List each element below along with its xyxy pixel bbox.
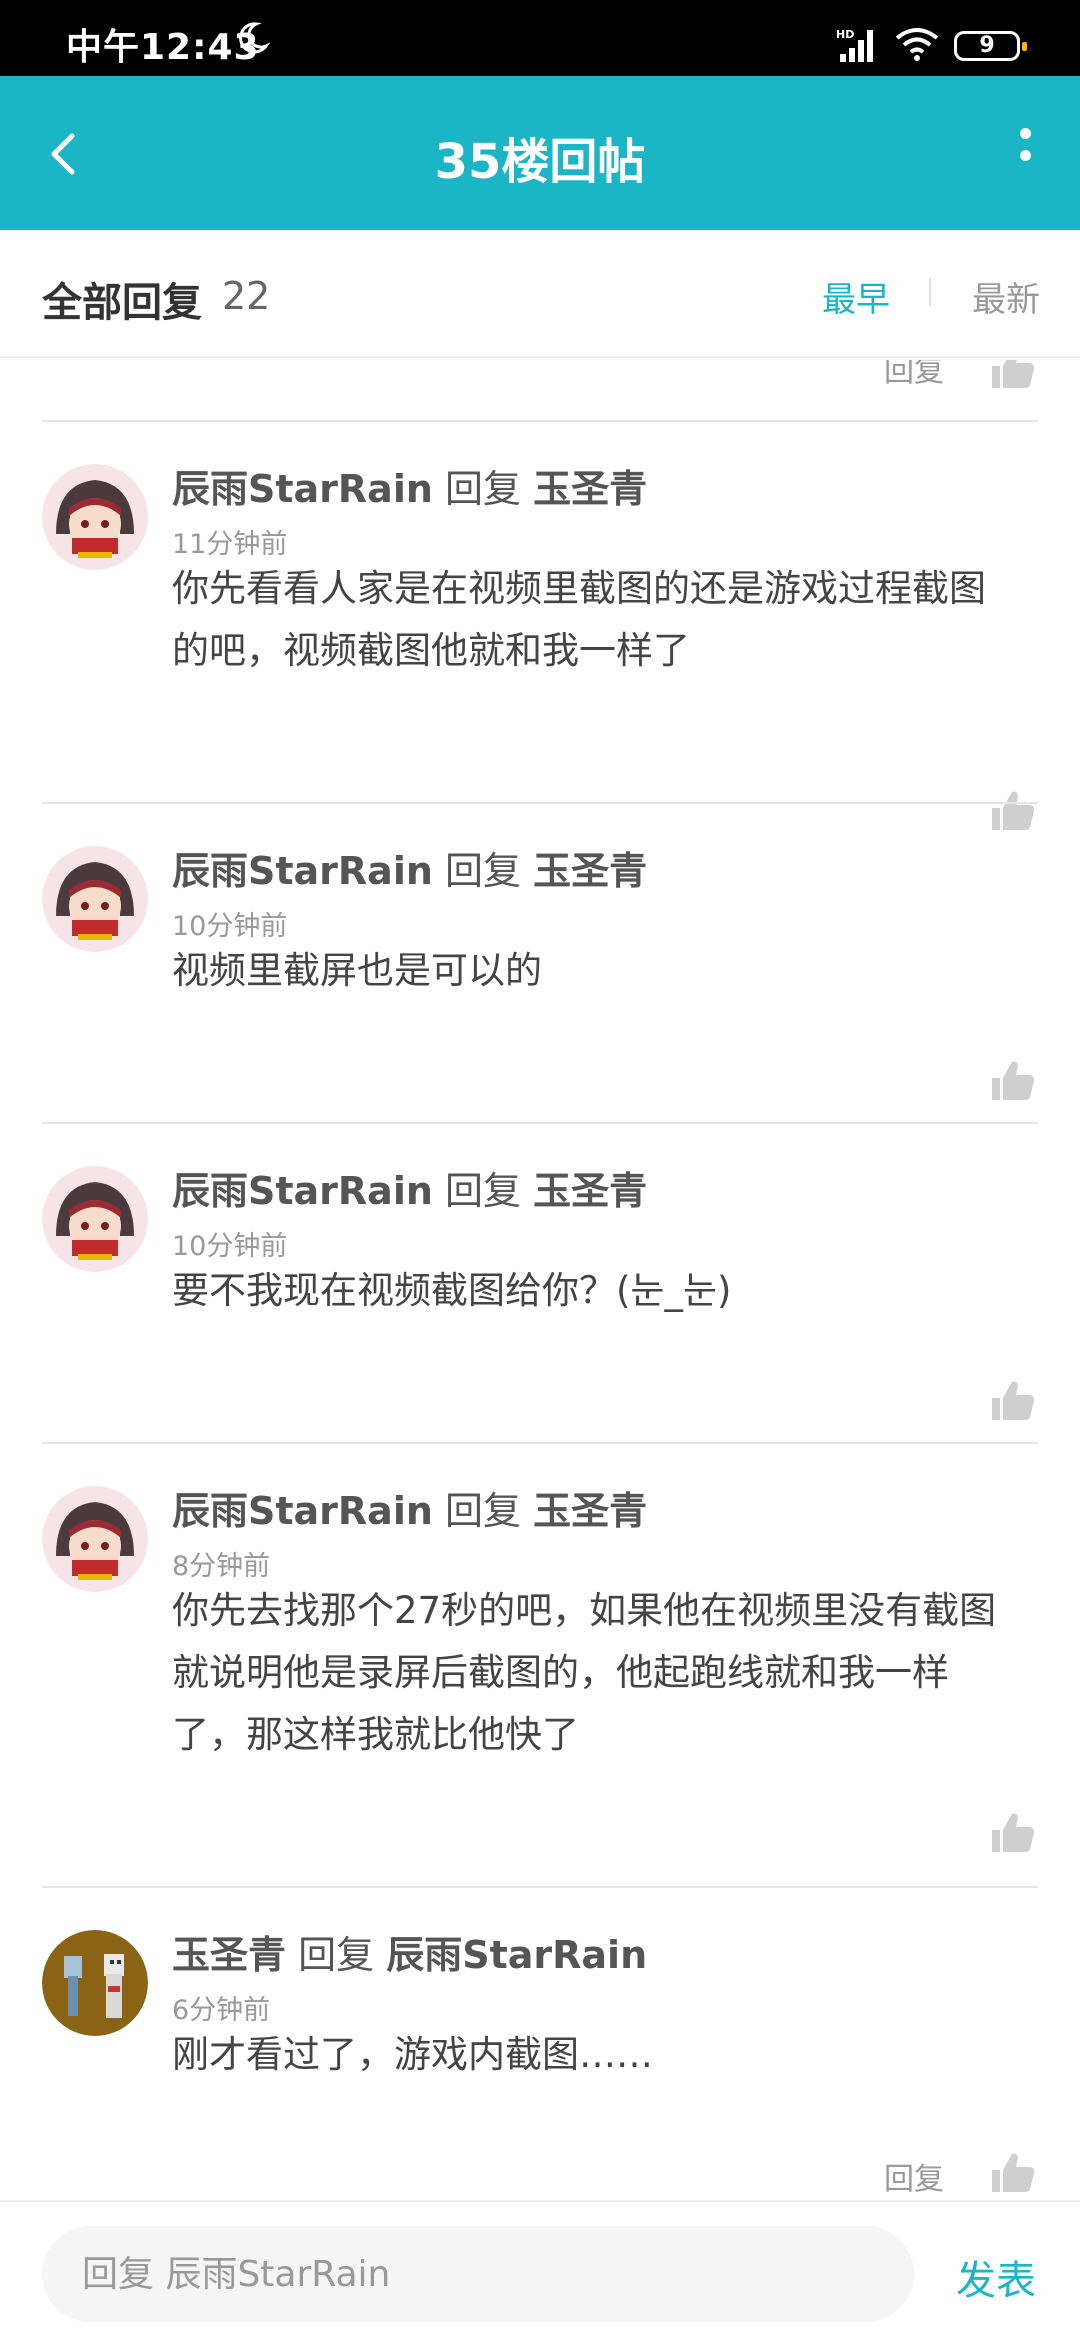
reply-word: 回复 <box>445 849 522 893</box>
user-avatar[interactable] <box>42 846 148 952</box>
comment-text: 你先去找那个27秒的吧，如果他在视频里没有截图 就说明他是录屏后截图的，他起跑线… <box>172 1580 1042 1766</box>
comment-header: 辰雨StarRain 回复 玉圣青 <box>172 458 647 513</box>
like-icon[interactable] <box>990 1810 1036 1854</box>
divider <box>42 1442 1038 1444</box>
status-bar: 中午12:43 HD 9 <box>0 0 1080 76</box>
wifi-icon <box>895 28 939 61</box>
reply-word: 回复 <box>445 467 522 511</box>
comment-header: 辰雨StarRain 回复 玉圣青 <box>172 1480 647 1535</box>
svg-text:HD: HD <box>836 28 854 41</box>
comment-time: 8分钟前 <box>172 1551 271 1582</box>
comment-text: 视频里截屏也是可以的 <box>172 940 1042 1002</box>
battery-indicator: 9 <box>954 31 1027 61</box>
comment-text-line: 的吧，视频截图他就和我一样了 <box>172 629 690 672</box>
reply-target[interactable]: 玉圣青 <box>533 1169 647 1213</box>
all-replies-title: 全部回复 <box>42 280 202 326</box>
divider <box>42 1122 1038 1124</box>
divider <box>42 420 1038 422</box>
comment-text-line: 你先去找那个27秒的吧，如果他在视频里没有截图 <box>172 1589 997 1632</box>
reply-target[interactable]: 玉圣青 <box>533 1489 647 1533</box>
comment-list[interactable]: 回复 辰雨StarRain 回复 玉圣青 11分钟前 你先看看人家是在视频里截图… <box>0 360 1080 2200</box>
divider <box>42 802 1038 804</box>
comment-text-line: 视频里截屏也是可以的 <box>172 949 542 992</box>
reply-header: 全部回复 22 最早 最新 <box>0 230 1080 358</box>
comment-text-line: 刚才看过了，游戏内截图…… <box>172 2033 653 2076</box>
comment-time: 10分钟前 <box>172 911 288 942</box>
comment-author[interactable]: 辰雨StarRain <box>172 849 433 893</box>
comment-time: 6分钟前 <box>172 1995 271 2026</box>
title-bar: 35楼回帖 <box>0 76 1080 230</box>
reply-target[interactable]: 玉圣青 <box>533 849 647 893</box>
sort-earliest-tab[interactable]: 最早 <box>822 272 890 321</box>
like-icon[interactable] <box>990 360 1036 390</box>
more-options-icon[interactable] <box>996 118 1056 188</box>
reply-link[interactable]: 回复 <box>884 2154 944 2198</box>
comment-text-line: 了，那这样我就比他快了 <box>172 1713 579 1756</box>
comment-text: 要不我现在视频截图给你？(눈_눈) <box>172 1260 1042 1322</box>
sort-newest-tab[interactable]: 最新 <box>972 272 1040 321</box>
comment-header: 玉圣青 回复 辰雨StarRain <box>172 1924 647 1979</box>
user-avatar[interactable] <box>42 464 148 570</box>
comment-author[interactable]: 玉圣青 <box>172 1933 286 1977</box>
reply-bar: 发表 <box>0 2200 1080 2340</box>
user-avatar[interactable] <box>42 1930 148 2036</box>
comment-text-line: 就说明他是录屏后截图的，他起跑线就和我一样 <box>172 1651 949 1694</box>
comment-header: 辰雨StarRain 回复 玉圣青 <box>172 840 647 895</box>
user-avatar[interactable] <box>42 1166 148 1272</box>
reply-target[interactable]: 辰雨StarRain <box>386 1933 647 1977</box>
reply-target[interactable]: 玉圣青 <box>533 467 647 511</box>
moon-icon <box>239 22 270 54</box>
comment-time: 11分钟前 <box>172 529 288 560</box>
comment-text-line: 你先看看人家是在视频里截图的还是游戏过程截图 <box>172 567 986 610</box>
reply-input[interactable] <box>42 2226 914 2322</box>
divider <box>42 1886 1038 1888</box>
signal-icon: HD <box>836 28 873 62</box>
comment-author[interactable]: 辰雨StarRain <box>172 467 433 511</box>
comment-text: 你先看看人家是在视频里截图的还是游戏过程截图 的吧，视频截图他就和我一样了 <box>172 558 1042 682</box>
comment-time: 10分钟前 <box>172 1231 288 1262</box>
like-icon[interactable] <box>990 788 1036 832</box>
reply-word: 回复 <box>445 1489 522 1533</box>
comment-author[interactable]: 辰雨StarRain <box>172 1489 433 1533</box>
comment-author[interactable]: 辰雨StarRain <box>172 1169 433 1213</box>
reply-count: 22 <box>222 274 271 318</box>
comment-text-line: 要不我现在视频截图给你？(눈_눈) <box>172 1269 732 1312</box>
reply-word: 回复 <box>298 1933 375 1977</box>
comment-text: 刚才看过了，游戏内截图…… <box>172 2024 1042 2086</box>
status-time: 中午12:43 <box>66 27 260 68</box>
like-icon[interactable] <box>990 1058 1036 1102</box>
user-avatar[interactable] <box>42 1486 148 1592</box>
page-title: 35楼回帖 <box>434 134 646 190</box>
like-icon[interactable] <box>990 2150 1036 2194</box>
like-icon[interactable] <box>990 1378 1036 1422</box>
reply-word: 回复 <box>445 1169 522 1213</box>
send-button[interactable]: 发表 <box>956 2248 1036 2306</box>
sort-divider <box>929 278 931 306</box>
comment-header: 辰雨StarRain 回复 玉圣青 <box>172 1160 647 1215</box>
reply-link[interactable]: 回复 <box>884 360 944 390</box>
